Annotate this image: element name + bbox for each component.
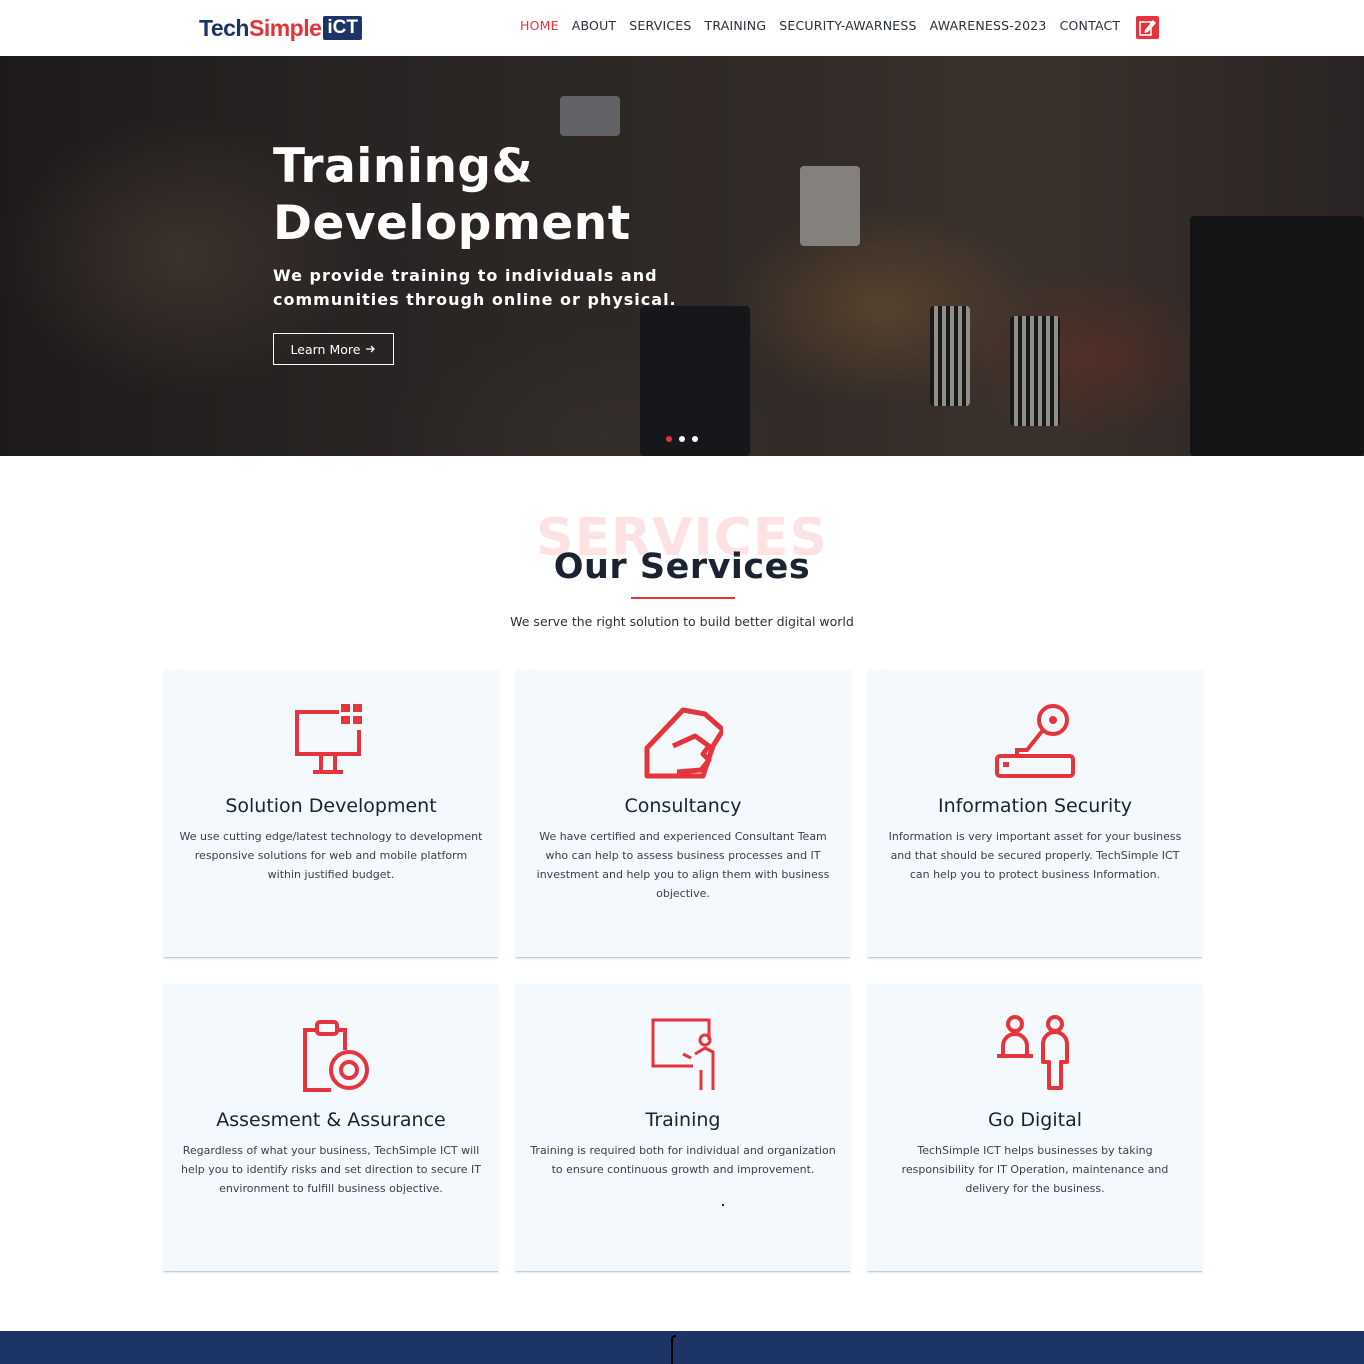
title-underline xyxy=(631,597,735,599)
nav-item-contact[interactable]: CONTACT xyxy=(1060,18,1121,33)
service-card-solution-development[interactable]: Solution Development We use cutting edge… xyxy=(164,670,498,958)
hero-title: Training& Development xyxy=(273,138,793,252)
learn-more-label: Learn More xyxy=(290,341,361,357)
card-title: Information Security xyxy=(937,795,1133,817)
carousel-dot-1[interactable] xyxy=(666,436,672,442)
navbar: Tech Simple iCT HOME ABOUT SERVICES TRAI… xyxy=(0,0,1364,56)
hero-carousel: Training& Development We provide trainin… xyxy=(0,56,1364,456)
services-subtitle: We serve the right solution to build bet… xyxy=(510,614,854,629)
card-title: Consultancy xyxy=(624,795,742,817)
service-card-information-security[interactable]: Information Security Information is very… xyxy=(868,670,1202,958)
nav-item-home[interactable]: HOME xyxy=(520,18,559,33)
carousel-dot-2[interactable] xyxy=(679,436,685,442)
hero-title-line1: Training& xyxy=(273,139,534,194)
nav-item-services[interactable]: SERVICES xyxy=(629,18,691,33)
card-title: Assesment & Assurance xyxy=(216,1109,446,1131)
logo-text-simple: Simple xyxy=(248,14,322,41)
card-title: Training xyxy=(645,1109,721,1131)
nav-item-about[interactable]: ABOUT xyxy=(572,18,617,33)
learn-more-button[interactable]: Learn More xyxy=(273,333,394,365)
carousel-indicators xyxy=(666,436,698,442)
clipboard-target-icon xyxy=(303,1020,369,1092)
edit-icon[interactable] xyxy=(1136,16,1159,39)
logo-text-ict: iCT xyxy=(323,16,363,40)
card-desc: We use cutting edge/latest technology to… xyxy=(179,830,483,881)
arrow-right-icon xyxy=(366,345,376,353)
service-card-assesment-assurance[interactable]: Assesment & Assurance Regardless of what… xyxy=(164,984,498,1272)
card-desc: Information is very important asset for … xyxy=(888,830,1182,881)
footer-mark xyxy=(671,1335,676,1364)
card-desc: Regardless of what your business, TechSi… xyxy=(180,1144,482,1195)
monitor-icon xyxy=(295,704,369,774)
card-desc: TechSimple ICT helps businesses by takin… xyxy=(901,1144,1169,1195)
card-title: Go Digital xyxy=(987,1109,1082,1131)
hero-overlay xyxy=(0,56,1364,456)
people-icon xyxy=(997,1015,1069,1090)
service-card-go-digital[interactable]: Go Digital TechSimple ICT helps business… xyxy=(868,984,1202,1272)
hero-title-line2: Development xyxy=(273,196,631,251)
nav-item-awareness-2023[interactable]: AWARENESS-2023 xyxy=(930,18,1047,33)
service-card-consultancy[interactable]: Consultancy We have certified and experi… xyxy=(516,670,850,958)
card-title: Solution Development xyxy=(225,795,437,817)
hero-subtitle: We provide training to individuals and c… xyxy=(273,266,677,309)
presentation-icon xyxy=(651,1018,715,1090)
services-title: Our Services xyxy=(553,547,811,587)
key-lock-icon xyxy=(995,704,1075,778)
card-trailing-dot xyxy=(722,1204,724,1206)
card-desc: We have certified and experienced Consul… xyxy=(536,830,830,900)
handshake-house-icon xyxy=(644,707,723,779)
carousel-dot-3[interactable] xyxy=(692,436,698,442)
main-nav: HOME ABOUT SERVICES TRAINING SECURITY-AW… xyxy=(520,18,1133,33)
nav-item-security-awarness[interactable]: SECURITY-AWARNESS xyxy=(779,18,916,33)
service-card-training[interactable]: Training Training is required both for i… xyxy=(516,984,850,1272)
footer-band xyxy=(0,1331,1364,1364)
nav-item-training[interactable]: TRAINING xyxy=(705,18,767,33)
logo[interactable]: Tech Simple iCT xyxy=(199,14,363,42)
card-desc: Training is required both for individual… xyxy=(530,1144,836,1176)
logo-text-tech: Tech xyxy=(199,14,249,41)
